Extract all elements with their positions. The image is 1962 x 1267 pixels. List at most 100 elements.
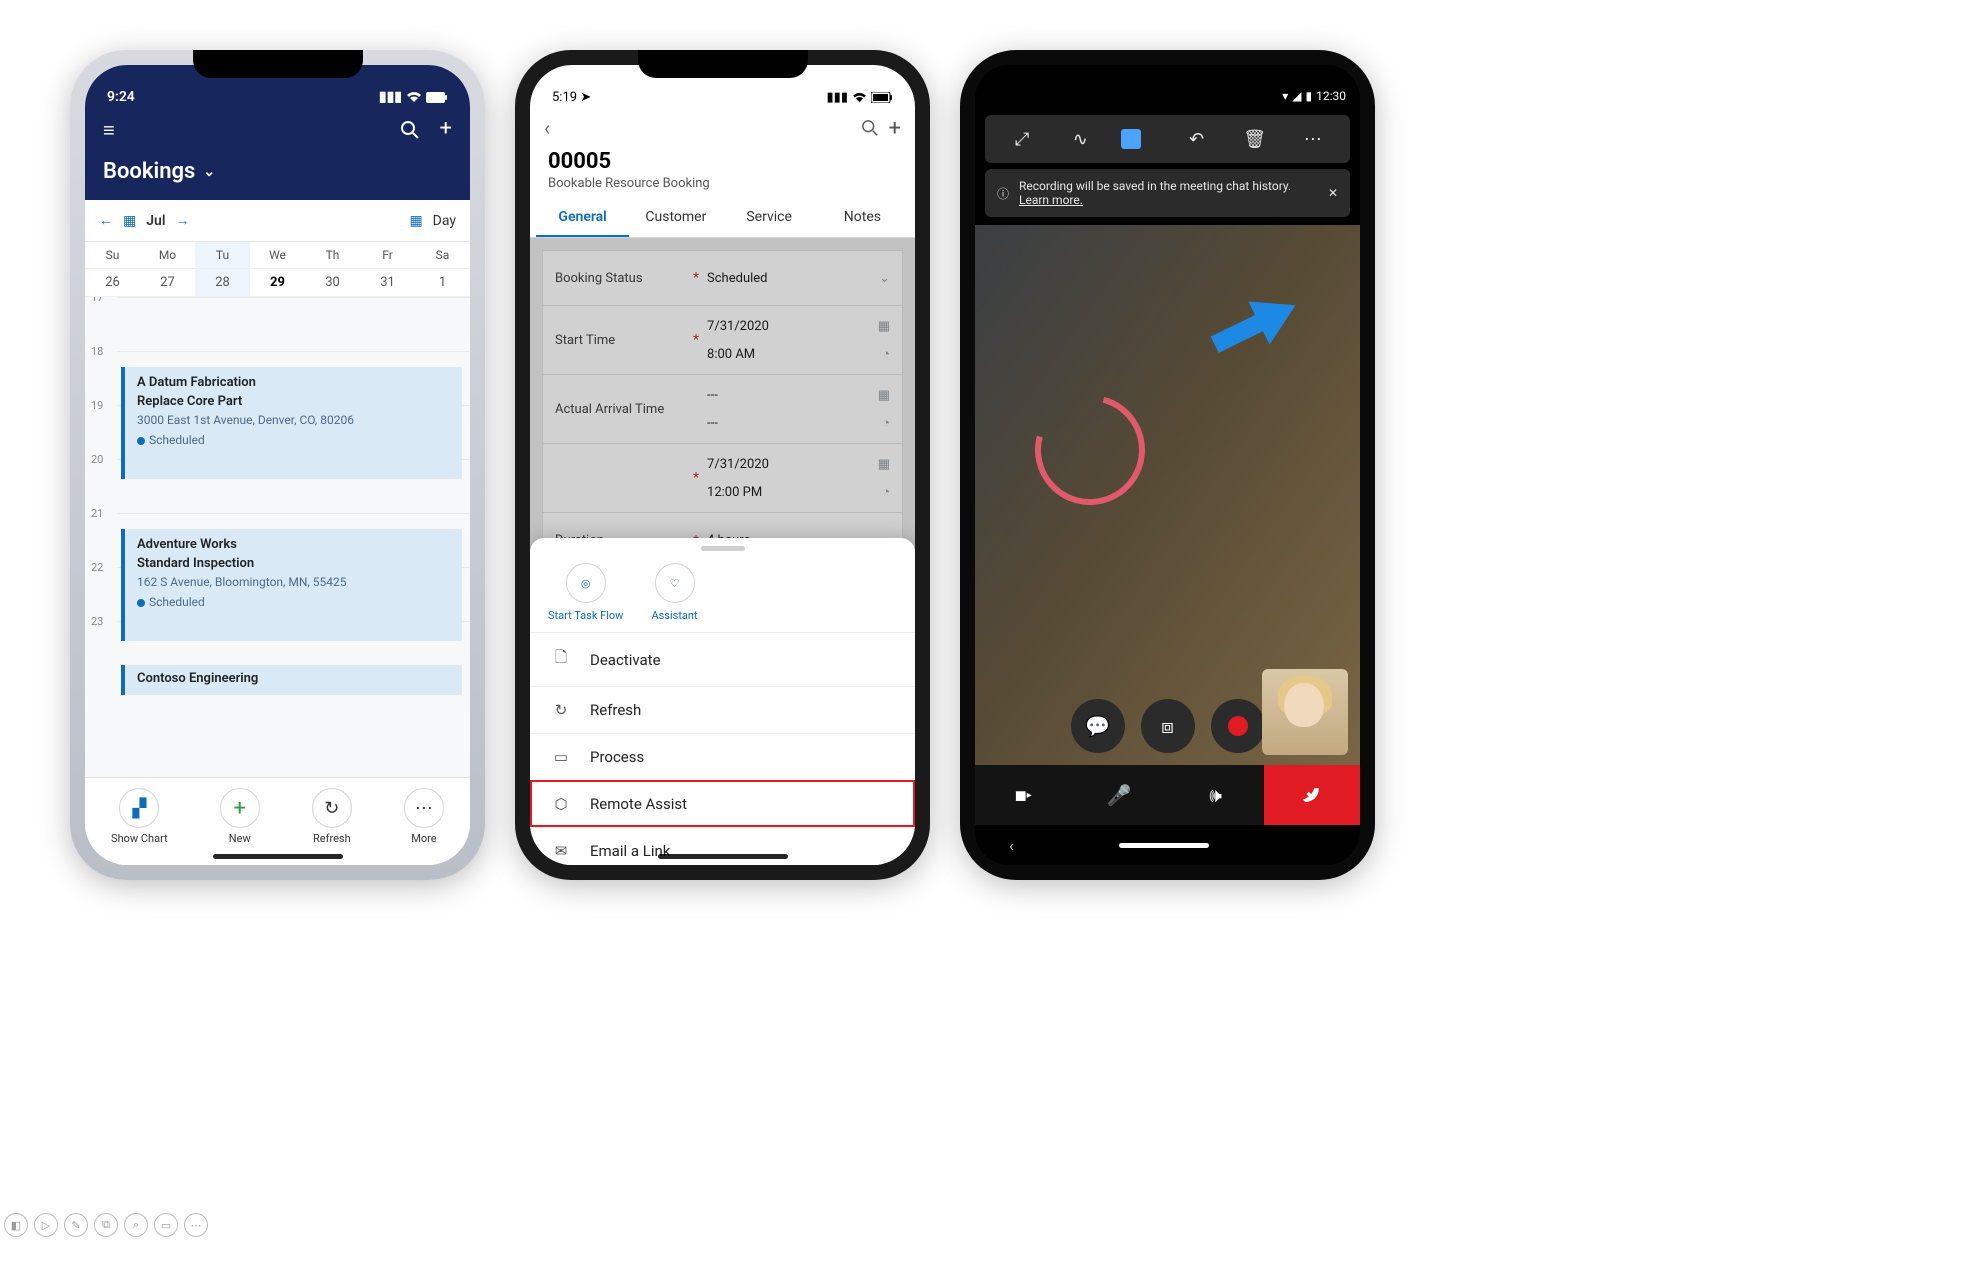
mic-toggle[interactable]: 🎤 <box>1071 765 1167 825</box>
more-icon[interactable]: ⋯ <box>1296 129 1330 150</box>
menu-process[interactable]: ▭ Process <box>530 733 915 780</box>
day-number[interactable]: 26 <box>85 269 140 296</box>
button-label: Show Chart <box>111 832 168 845</box>
learn-more-link[interactable]: Learn more. <box>1019 193 1083 207</box>
event-customer: A Datum Fabrication <box>137 375 450 390</box>
tool-icon[interactable]: ▭ <box>154 1213 178 1237</box>
booking-event[interactable]: A Datum Fabrication Replace Core Part 30… <box>121 367 462 479</box>
ar-arrow-annotation <box>1201 278 1308 371</box>
lightbulb-icon: ♡ <box>670 577 680 590</box>
home-indicator[interactable] <box>1119 843 1209 848</box>
close-icon[interactable]: ✕ <box>1328 186 1338 200</box>
video-toggle[interactable]: ■▸ <box>975 765 1071 825</box>
minimize-icon[interactable]: ⤢ <box>1005 129 1039 150</box>
back-icon[interactable]: ‹ <box>544 116 550 140</box>
next-arrow-icon[interactable]: → <box>175 212 189 229</box>
hour-label: 20 <box>91 453 103 466</box>
record-button[interactable] <box>1211 699 1265 753</box>
day-view-label[interactable]: Day <box>433 213 456 229</box>
calendar-icon: ▦ <box>409 213 422 229</box>
day-number[interactable]: 29 <box>250 269 305 296</box>
battery-icon: ▮ <box>1306 89 1313 103</box>
chevron-down-icon[interactable]: ⌄ <box>203 164 215 180</box>
day-number[interactable]: 28 <box>195 269 250 296</box>
menu-label: Deactivate <box>590 651 661 669</box>
menu-remote-assist[interactable]: ⬡ Remote Assist <box>530 780 915 827</box>
chat-button[interactable]: 💬 <box>1071 699 1125 753</box>
more-button[interactable]: ⋯ More <box>404 788 444 845</box>
capture-button[interactable]: ⧈ <box>1141 699 1195 753</box>
status-dot-icon <box>137 437 145 445</box>
button-label: Start Task Flow <box>548 609 623 622</box>
refresh-button[interactable]: ↻ Refresh <box>312 788 352 845</box>
search-icon[interactable] <box>861 119 879 137</box>
status-time: 9:24 <box>107 89 135 105</box>
button-label: Refresh <box>313 832 351 845</box>
tool-icon[interactable]: ✎ <box>64 1213 88 1237</box>
day-number[interactable]: 31 <box>360 269 415 296</box>
tool-icon[interactable]: ⧉ <box>94 1213 118 1237</box>
ar-circle-annotation <box>1015 375 1165 525</box>
schedule-grid[interactable]: 17 18 19 20 21 22 23 A Datum Fabrication… <box>85 297 470 777</box>
color-picker[interactable] <box>1121 129 1155 149</box>
menu-icon[interactable]: ≡ <box>103 118 115 143</box>
camera-feed[interactable]: 💬 ⧈ <box>975 225 1360 765</box>
phone-booking-detail: 5:19 ➤ ▮▮▮ ‹ + 00005 <box>515 50 930 880</box>
trash-icon[interactable]: 🗑 <box>1238 129 1272 150</box>
day-number[interactable]: 30 <box>305 269 360 296</box>
day-number[interactable]: 27 <box>140 269 195 296</box>
chart-icon: ▞ <box>132 798 146 819</box>
tab-service[interactable]: Service <box>723 199 816 237</box>
hour-label: 17 <box>91 297 103 304</box>
event-status: Scheduled <box>149 433 205 447</box>
tab-customer[interactable]: Customer <box>629 199 722 237</box>
weekday-header: Su Mo Tu We Th Fr Sa <box>85 242 470 269</box>
search-icon[interactable] <box>400 120 420 140</box>
wifi-icon <box>406 91 422 103</box>
hangup-button[interactable] <box>1264 765 1360 825</box>
hour-label: 21 <box>91 507 103 520</box>
undo-icon[interactable]: ↶ <box>1180 129 1214 150</box>
menu-deactivate[interactable]: 🗋 Deactivate <box>530 632 915 686</box>
event-subtitle: Standard Inspection <box>137 556 450 571</box>
page-tool-icons: ◧ ▷ ✎ ⧉ ⌕ ▭ ⋯ <box>4 1213 208 1237</box>
participant-video[interactable] <box>1262 669 1348 755</box>
battery-icon <box>426 92 448 103</box>
tool-icon[interactable]: ⌕ <box>124 1213 148 1237</box>
phone-remote-assist-call: ▾ ◢ ▮ 12:30 ⤢ ∿ ↶ 🗑 ⋯ ⓘ Recording will b… <box>960 50 1375 880</box>
booking-event[interactable]: Contoso Engineering <box>121 665 462 695</box>
process-icon: ▭ <box>550 748 572 766</box>
page-title[interactable]: Bookings <box>103 159 195 184</box>
tool-icon[interactable]: ◧ <box>4 1213 28 1237</box>
action-sheet: ◎ Start Task Flow ♡ Assistant 🗋 Deactiva… <box>530 538 915 865</box>
home-indicator[interactable] <box>213 854 343 859</box>
call-controls: ■▸ 🎤 🕪 <box>975 765 1360 825</box>
menu-refresh[interactable]: ↻ Refresh <box>530 686 915 733</box>
new-button[interactable]: + New <box>220 788 260 845</box>
home-indicator[interactable] <box>658 854 788 859</box>
calendar-icon[interactable]: ▦ <box>123 213 136 229</box>
location-icon: ➤ <box>580 90 591 105</box>
add-icon[interactable]: + <box>440 120 452 140</box>
refresh-icon: ↻ <box>324 798 339 819</box>
show-chart-button[interactable]: ▞ Show Chart <box>111 788 168 845</box>
day-number[interactable]: 1 <box>415 269 470 296</box>
tool-icon[interactable]: ▷ <box>34 1213 58 1237</box>
hour-label: 18 <box>91 345 103 358</box>
assistant-button[interactable]: ♡ Assistant <box>651 563 697 622</box>
drag-handle[interactable] <box>701 546 745 551</box>
event-customer: Adventure Works <box>137 537 450 552</box>
tab-notes[interactable]: Notes <box>816 199 909 237</box>
start-task-flow-button[interactable]: ◎ Start Task Flow <box>548 563 623 622</box>
remote-assist-icon: ⬡ <box>550 795 572 813</box>
add-icon[interactable]: + <box>889 116 901 141</box>
back-icon[interactable]: ‹ <box>1009 836 1014 855</box>
tab-bar: General Customer Service Notes <box>530 199 915 238</box>
booking-event[interactable]: Adventure Works Standard Inspection 162 … <box>121 529 462 641</box>
ink-icon[interactable]: ∿ <box>1063 129 1097 150</box>
menu-email-link[interactable]: ✉ Email a Link <box>530 827 915 865</box>
speaker-toggle[interactable]: 🕪 <box>1168 765 1264 825</box>
tab-general[interactable]: General <box>536 199 629 237</box>
prev-arrow-icon[interactable]: ← <box>99 212 113 229</box>
tool-icon[interactable]: ⋯ <box>184 1213 208 1237</box>
